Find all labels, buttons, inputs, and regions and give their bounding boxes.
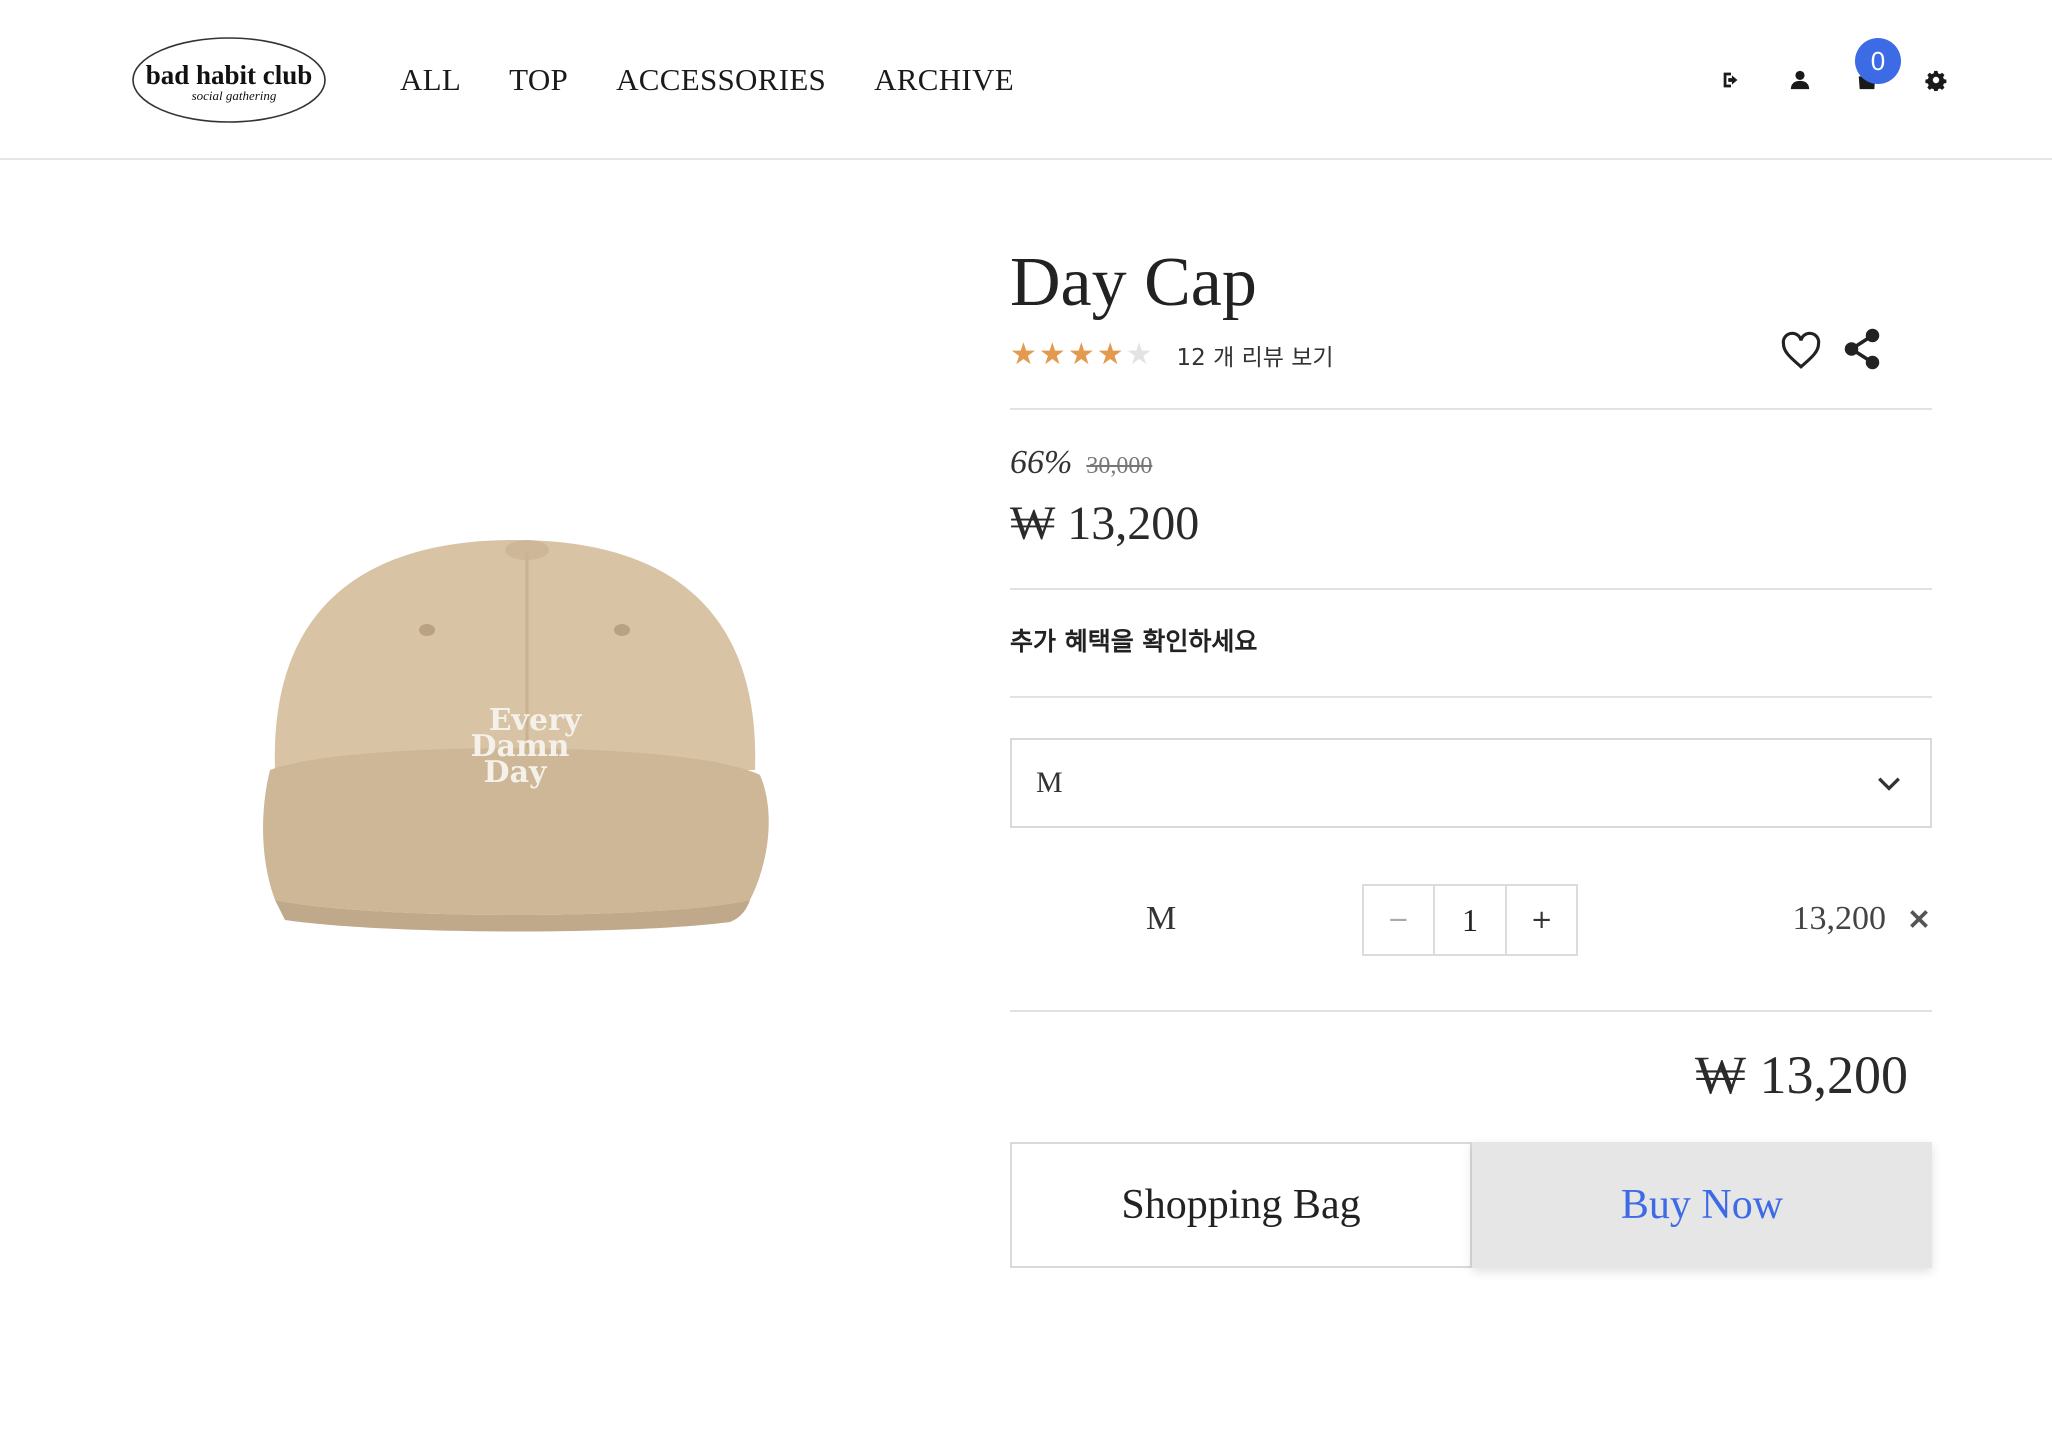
logo-emblem: bad habit club social gathering [132,37,326,123]
rating-stars: ★ ★ ★ ★ ★ [1010,340,1153,370]
brand-name: bad habit club [146,60,313,90]
star-icon: ★ [1010,337,1037,372]
product-image: Every Damn Day [230,440,800,1040]
quantity-stepper: − 1 + [1362,884,1578,956]
nav-item-archive[interactable]: ARCHIVE [874,58,1014,102]
star-icon: ★ [1096,337,1124,372]
buy-now-button[interactable]: Buy Now [1472,1142,1932,1268]
rating-row: ★ ★ ★ ★ ★ 12 개 리뷰 보기 [1010,332,1334,378]
sale-price: ₩ 13,200 [1010,497,1200,550]
quantity-increase-button[interactable]: + [1505,886,1576,954]
quantity-value[interactable]: 1 [1435,886,1506,954]
divider [1010,408,1932,410]
quantity-decrease-button[interactable]: − [1364,886,1435,954]
nav-item-all[interactable]: ALL [400,58,461,102]
star-icon: ★ [1067,337,1095,372]
nav-item-top[interactable]: TOP [509,58,568,102]
shopping-bag-button[interactable]: Shopping Bag [1010,1142,1472,1268]
original-price: 30,000 [1086,453,1153,479]
cap-illustration: Every Damn Day [230,440,800,1040]
brand-tagline: social gathering [192,88,277,103]
chevron-down-icon [1876,770,1902,796]
cart-count-badge[interactable]: 0 [1855,38,1901,84]
discount-row: 66% 30,000 [1010,444,1152,482]
heart-icon[interactable] [1780,330,1822,372]
selected-option-row: M − 1 + 13,200 [1010,884,1932,958]
site-header: bad habit club social gathering ALL TOP … [0,0,2052,160]
cap-embroidery-line-3: Day [484,755,548,790]
divider [1010,1010,1932,1012]
brand-logo[interactable]: bad habit club social gathering [130,34,328,126]
star-icon: ★ [1038,337,1066,372]
divider [1010,696,1932,698]
user-icon[interactable] [1786,66,1814,94]
option-price: 13,200 [1792,900,1887,937]
divider [1010,588,1932,590]
share-icon[interactable] [1844,328,1880,370]
size-select[interactable]: M [1010,738,1932,828]
benefit-link[interactable]: 추가 혜택을 확인하세요 [1010,622,1257,658]
selected-option-label: M [1146,900,1177,937]
nav-item-accessories[interactable]: ACCESSORIES [616,58,826,102]
close-icon[interactable] [1906,906,1932,932]
star-icon: ★ [1125,337,1153,372]
size-select-value: M [1036,766,1063,799]
reviews-link[interactable]: 12 개 리뷰 보기 [1177,338,1334,372]
logout-icon[interactable] [1717,66,1745,94]
discount-rate: 66% [1010,444,1073,481]
total-price: ₩ 13,200 [1695,1045,1908,1105]
main-nav: ALL TOP ACCESSORIES ARCHIVE [400,58,1062,102]
product-title: Day Cap [1010,244,1257,321]
gear-icon[interactable] [1922,66,1950,94]
